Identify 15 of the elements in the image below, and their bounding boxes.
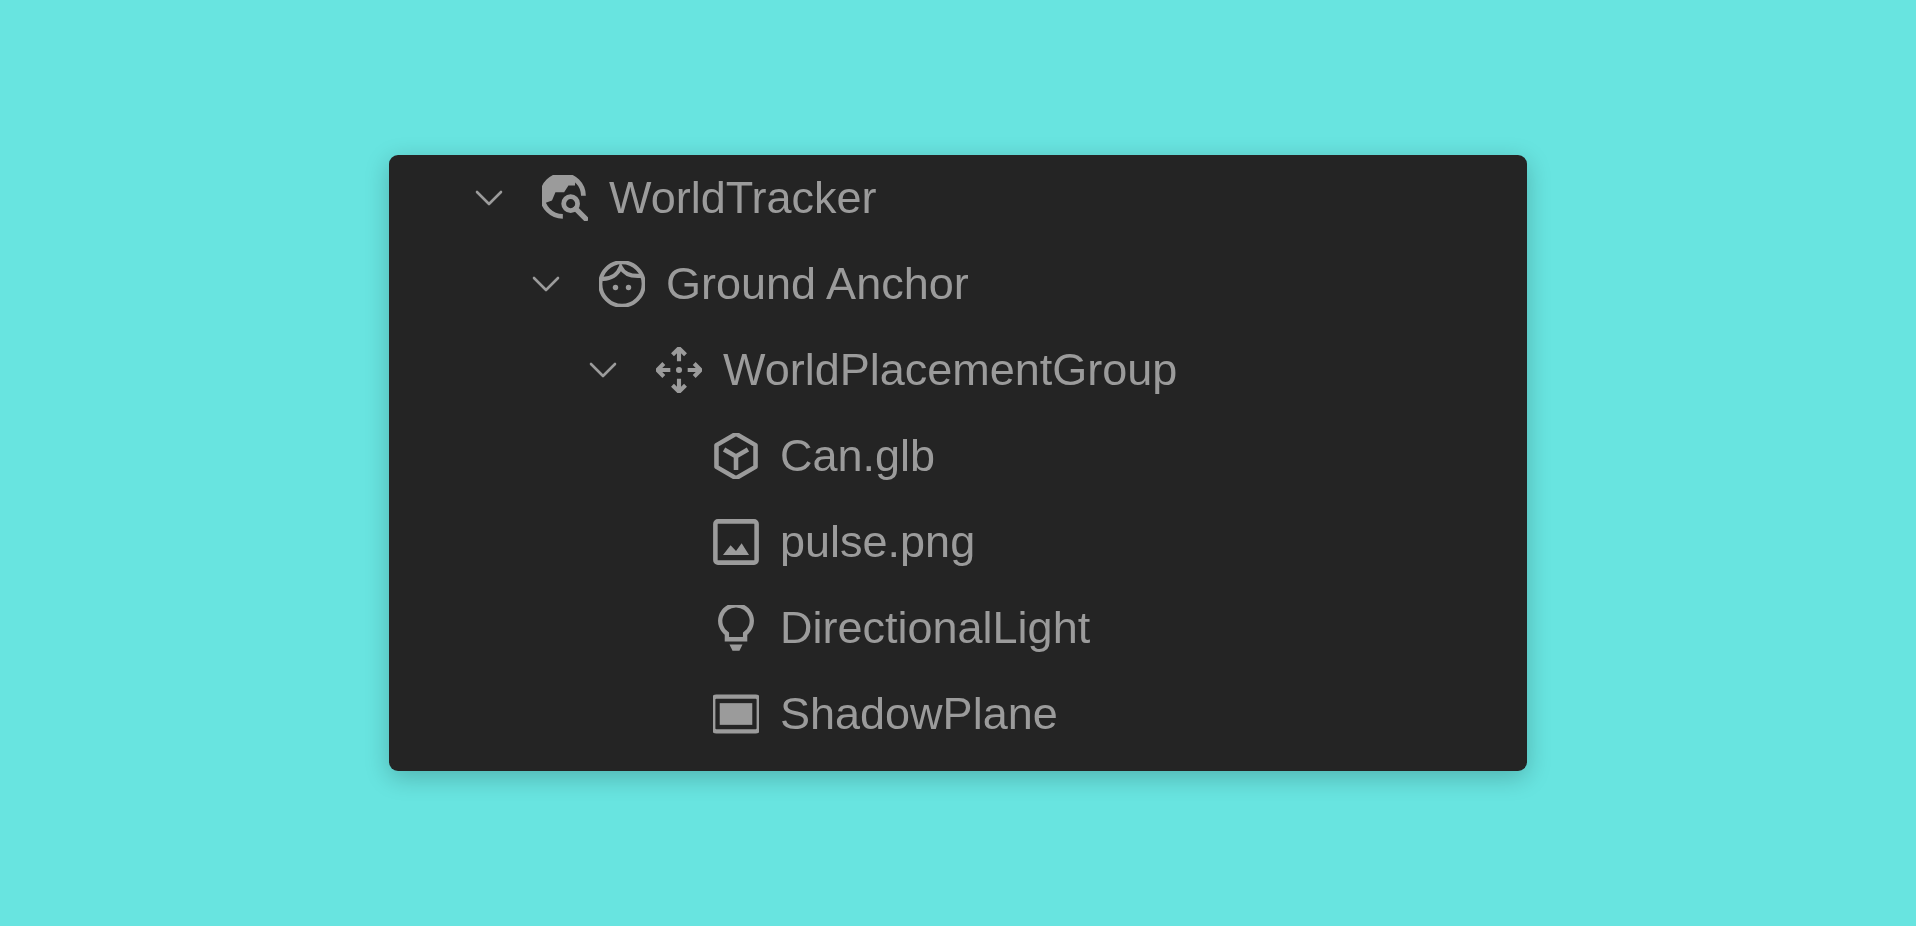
chevron-down-icon[interactable] (532, 276, 560, 292)
image-icon (713, 519, 759, 565)
chevron-down-icon[interactable] (475, 190, 503, 206)
tree-item-label[interactable]: ShadowPlane (780, 688, 1058, 740)
chevron-down-icon[interactable] (589, 362, 617, 378)
tree-item-label[interactable]: WorldPlacementGroup (723, 344, 1178, 396)
tree-item-label[interactable]: DirectionalLight (780, 602, 1091, 654)
globe-search-icon (542, 175, 588, 221)
tree-item-label[interactable]: pulse.png (780, 516, 976, 568)
cube-icon (713, 433, 759, 479)
face-icon (599, 261, 645, 307)
tree-item-label[interactable]: Can.glb (780, 430, 936, 482)
tree-item-label[interactable]: WorldTracker (609, 172, 877, 224)
tree-item-label[interactable]: Ground Anchor (666, 258, 969, 310)
move-arrows-icon (656, 347, 702, 393)
